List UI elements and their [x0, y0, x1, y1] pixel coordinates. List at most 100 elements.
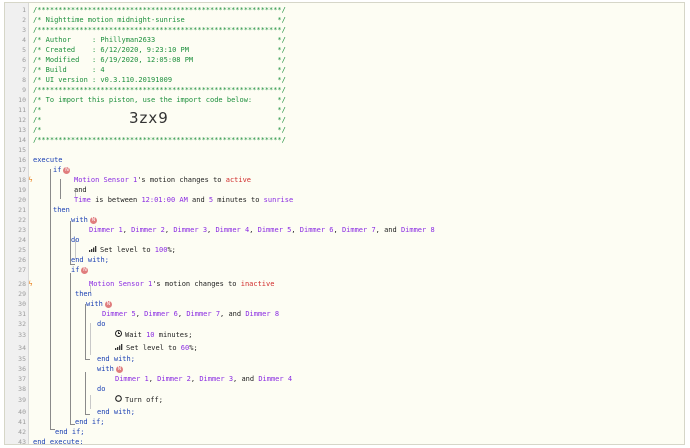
line-number: 24 [18, 236, 26, 244]
execute-guide [50, 169, 51, 430]
end-execute-keyword: end execute; [33, 438, 84, 445]
end-if-keyword: end if; [75, 418, 105, 426]
condition-time[interactable]: Time is between 12:01:00 AM and 5 minute… [74, 195, 293, 205]
line-number: 21 [18, 206, 26, 214]
comment-line: /* Build : 4 */ [33, 66, 286, 74]
if-keyword: if [53, 166, 62, 174]
condition-motion-inactive[interactable]: Motion Sensor 1's motion changes to inac… [89, 279, 274, 289]
device-list[interactable]: Dimmer 1, Dimmer 2, Dimmer 3, Dimmer 4, … [89, 225, 435, 235]
line-number: 25 [18, 246, 26, 254]
device-list[interactable]: Dimmer 1, Dimmer 2, Dimmer 3, and Dimmer… [115, 374, 292, 384]
signal-bars-icon [89, 245, 97, 255]
with-keyword: with [71, 216, 88, 224]
device-list[interactable]: Dimmer 5, Dimmer 6, Dimmer 7, and Dimmer… [102, 309, 279, 319]
level-value: 100 [154, 246, 168, 254]
line-number: 17 [18, 166, 26, 174]
with-statement[interactable]: with N [71, 215, 97, 225]
if-guide [70, 273, 71, 425]
line-number: 39 [18, 396, 26, 404]
time-start: 12:01:00 AM [141, 196, 188, 204]
line-number: 13 [18, 126, 26, 134]
then-keyword: then [53, 206, 70, 214]
task-wait[interactable]: Wait 10 minutes; [115, 330, 192, 340]
lightning-bolt-icon: ϟ [28, 280, 33, 288]
line-number: 9 [22, 86, 26, 94]
line-number: 6 [22, 56, 26, 64]
line-number: 4 [22, 36, 26, 44]
line-number: 35 [18, 355, 26, 363]
line-number: 23 [18, 226, 26, 234]
comment-line: /***************************************… [33, 86, 286, 94]
line-number: 12 [18, 116, 26, 124]
not-badge: N [89, 216, 97, 224]
line-number: 22 [18, 216, 26, 224]
lightning-bolt-icon: ϟ [28, 176, 33, 184]
comment-line: /***************************************… [33, 6, 286, 14]
comment-line: /* To import this piston, use the import… [33, 96, 286, 104]
line-number: 36 [18, 365, 26, 373]
condition-value: active [225, 176, 252, 184]
line-number: 5 [22, 46, 26, 54]
line-number: 38 [18, 385, 26, 393]
line-number: 11 [18, 106, 26, 114]
signal-bars-icon [115, 343, 123, 353]
line-number: 33 [18, 331, 26, 339]
condition-value: inactive [240, 280, 275, 288]
with-guide [85, 304, 86, 360]
with-statement[interactable]: with N [97, 364, 123, 374]
time-end: sunrise [263, 196, 294, 204]
line-number: 14 [18, 136, 26, 144]
comment-line: /***************************************… [33, 26, 286, 34]
task-set-level-100[interactable]: Set level to 100%; [89, 245, 176, 255]
code-editor: 1 2 3 4 5 6 7 8 9 10 11 12 13 14 15 16 17 18 19 20 21 22 23 24 2… [4, 2, 685, 445]
line-number: 3 [22, 26, 26, 34]
with-statement[interactable]: with N [86, 299, 112, 309]
with-keyword: with [86, 300, 103, 308]
task-turn-off[interactable]: Turn off; [115, 395, 163, 405]
line-number: 8 [22, 76, 26, 84]
comment-line: /* Nighttime motion midnight-sunrise */ [33, 16, 286, 24]
condition-motion-active[interactable]: Motion Sensor 1's motion changes to acti… [74, 175, 251, 185]
line-number: 32 [18, 320, 26, 328]
if-guide [60, 179, 61, 199]
not-badge: N [104, 300, 112, 308]
line-number: 10 [18, 96, 26, 104]
line-number: 27 [18, 266, 26, 274]
line-number: 28 [18, 280, 26, 288]
line-number: 26 [18, 256, 26, 264]
line-number: 42 [18, 428, 26, 436]
line-number: 1 [22, 6, 26, 14]
if-statement[interactable]: if N [71, 265, 89, 275]
end-with-keyword: end with; [71, 256, 109, 264]
device-name: Motion Sensor 1 [74, 176, 138, 184]
condition-text: 's motion changes to [137, 176, 226, 184]
line-number: 7 [22, 66, 26, 74]
then-keyword: then [75, 290, 92, 298]
line-number: 29 [18, 290, 26, 298]
line-number: 34 [18, 344, 26, 352]
line-number: 37 [18, 375, 26, 383]
line-number: 40 [18, 408, 26, 416]
and-operator: and [74, 186, 87, 194]
not-badge: N [81, 266, 89, 274]
device-name: Motion Sensor 1 [89, 280, 153, 288]
comment-line: /***************************************… [33, 136, 286, 144]
execute-keyword: execute [33, 156, 63, 164]
task-set-level-60[interactable]: Set level to 60%; [115, 343, 198, 353]
time-label: Time [74, 196, 91, 204]
clock-icon [115, 330, 122, 340]
not-badge: N [115, 365, 123, 373]
do-keyword: do [71, 236, 80, 244]
comment-line: /* Created : 6/12/2020, 9:23:10 PM */ [33, 46, 286, 54]
line-number: 19 [18, 186, 26, 194]
level-value: 60 [180, 344, 190, 352]
line-number: 2 [22, 16, 26, 24]
line-number: 43 [18, 438, 26, 445]
do-keyword: do [97, 385, 106, 393]
line-number: 15 [18, 146, 26, 154]
line-number: 30 [18, 300, 26, 308]
if-statement[interactable]: if N [53, 165, 71, 175]
import-code[interactable]: 3zx9 [129, 109, 169, 127]
comment-line: /* UI version : v0.3.110.20191009 */ [33, 76, 286, 84]
do-keyword: do [97, 320, 106, 328]
